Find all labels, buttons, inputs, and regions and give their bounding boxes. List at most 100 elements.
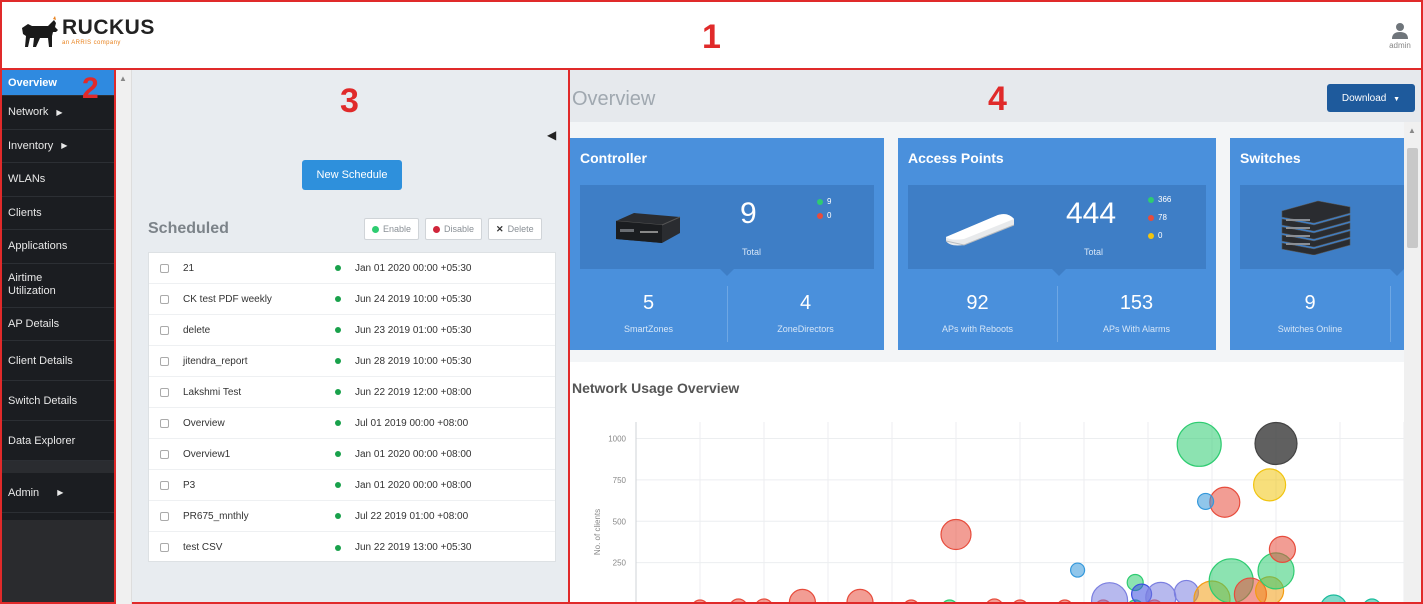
table-row[interactable]: test CSV Jun 22 2019 13:00 +05:30 [149,532,555,563]
bubble-point[interactable] [846,588,874,604]
bubble-point[interactable] [1145,581,1177,604]
row-checkbox[interactable] [160,356,169,366]
scroll-up-icon[interactable]: ▲ [119,74,127,83]
sidebar-item-client-details[interactable]: Client Details [2,341,114,381]
bubble-point[interactable] [788,588,816,604]
bubble-point[interactable] [1176,421,1222,467]
bubble-point[interactable] [729,598,747,604]
status-active-icon [335,358,341,364]
sidebar-item-label: WLANs [8,173,46,186]
brand-name: RUCKUS [62,16,155,39]
ruckus-logo[interactable]: RUCKUS an ARRIS company [18,14,155,50]
user-name: admin [1389,41,1411,50]
bubble-point[interactable] [1268,535,1297,563]
collapse-left-icon[interactable]: ◀ [547,128,556,142]
bubble-point[interactable] [942,599,958,604]
download-label: Download [1341,92,1387,104]
row-checkbox[interactable] [160,418,169,428]
status-active-icon [335,296,341,302]
enable-button[interactable]: Enable [364,218,420,240]
bubble-point[interactable] [985,598,1003,604]
switch-stack-icon [1281,200,1351,255]
bubble-point[interactable] [1209,486,1241,518]
schedule-actions: Enable Disable ✕ Delete [364,218,542,240]
row-checkbox[interactable] [160,387,169,397]
sidebar-item-airtime-utilization[interactable]: Airtime Utilization [2,264,114,308]
table-row[interactable]: CK test PDF weekly Jun 24 2019 10:00 +05:… [149,284,555,315]
schedule-name: P3 [183,479,196,491]
caret-right-icon: ▶ [61,141,68,151]
bubble-point[interactable] [755,598,773,604]
schedule-name: 21 [183,262,195,274]
sidebar-item-applications[interactable]: Applications [2,230,114,264]
status-down-icon [1148,214,1154,221]
scroll-thumb[interactable] [1407,148,1418,248]
scroll-up-icon[interactable]: ▲ [1408,126,1416,135]
bubble-point[interactable] [1321,594,1347,604]
access-points-card[interactable]: Access Points 444 Total 366 78 0 92 APs … [898,138,1216,350]
table-row[interactable]: Lakshmi Test Jun 22 2019 12:00 +08:00 [149,377,555,408]
bubble-point[interactable] [1196,492,1215,511]
sidebar-nav: Overview Network ▶ Inventory ▶ WLANs Clien… [0,70,116,604]
sidebar-item-inventory[interactable]: Inventory ▶ [2,130,114,163]
controller-card[interactable]: Controller 9 Total 9 0 5 SmartZones 4 Zo… [570,138,884,350]
sidebar-item-ap-details[interactable]: AP Details [2,308,114,341]
bubble-point[interactable] [1012,599,1028,604]
schedule-time: Jun 23 2019 01:00 +05:30 [355,324,472,336]
table-row[interactable]: P3 Jan 01 2020 00:00 +08:00 [149,470,555,501]
controller-down-count: 0 [827,211,832,220]
caret-down-icon: ▼ [1393,95,1401,103]
ap-down-count: 78 [1158,213,1167,222]
aps-with-alarms-label: APs With Alarms [1102,324,1170,334]
delete-button[interactable]: ✕ Delete [488,218,542,240]
sidebar-item-wlans[interactable]: WLANs [2,163,114,197]
new-schedule-button[interactable]: New Schedule [302,160,402,190]
region-label-3: 3 [340,82,359,120]
bubble-point[interactable] [1363,598,1381,604]
caret-right-icon: ▶ [57,488,64,497]
sidebar-item-clients[interactable]: Clients [2,197,114,230]
sidebar-item-label: AP Details [8,317,60,330]
page-title: Overview [572,88,656,110]
disable-button[interactable]: Disable [425,218,483,240]
table-row[interactable]: jitendra_report Jun 28 2019 10:00 +05:30 [149,346,555,377]
table-row[interactable]: delete Jun 23 2019 01:00 +05:30 [149,315,555,346]
bubble-point[interactable] [1091,582,1129,604]
schedule-time: Jan 01 2020 00:00 +08:00 [355,479,472,491]
row-checkbox[interactable] [160,263,169,273]
bubble-point[interactable] [1254,421,1298,466]
table-row[interactable]: PR675_mnthly Jul 22 2019 01:00 +08:00 [149,501,555,532]
download-button[interactable]: Download ▼ [1327,84,1415,112]
sidebar-item-label: Inventory [8,139,54,152]
row-checkbox[interactable] [160,511,169,521]
row-checkbox[interactable] [160,294,169,304]
user-menu[interactable]: admin [1385,22,1415,50]
sidebar-item-admin[interactable]: Admin ▶ [2,473,114,513]
overview-scrollbar[interactable]: ▲ [1404,122,1421,602]
y-tick-label: 750 [613,476,627,485]
sidebar-scrollbar[interactable]: ▲ [116,70,132,604]
user-icon [1392,23,1408,39]
schedules-panel: 3 ◀ New Schedule Scheduled Enable Disabl… [132,70,570,604]
row-checkbox[interactable] [160,543,169,552]
card-title: Access Points [908,150,1004,166]
row-checkbox[interactable] [160,325,169,335]
table-row[interactable]: 21 Jan 01 2020 00:00 +05:30 [149,253,555,284]
row-checkbox[interactable] [160,480,169,490]
table-row[interactable]: Overview Jul 01 2019 00:00 +08:00 [149,408,555,439]
bubble-point[interactable] [1252,468,1287,502]
bubble-point[interactable] [903,599,919,604]
schedule-name: jitendra_report [183,355,248,367]
bubble-point[interactable] [1070,562,1086,578]
row-checkbox[interactable] [160,449,169,459]
bubble-point[interactable] [1057,599,1073,604]
y-tick-label: 500 [613,517,627,526]
switches-card[interactable]: Switches 9 Switches Online [1230,138,1406,350]
sidebar-item-data-explorer[interactable]: Data Explorer [2,421,114,461]
bubble-point[interactable] [692,599,708,604]
top-header: RUCKUS an ARRIS company 1 admin [0,0,1423,70]
bubble-point[interactable] [940,518,972,551]
sidebar-item-switch-details[interactable]: Switch Details [2,381,114,421]
scheduled-heading: Scheduled [148,220,229,237]
table-row[interactable]: Overview1 Jan 01 2020 00:00 +08:00 [149,439,555,470]
